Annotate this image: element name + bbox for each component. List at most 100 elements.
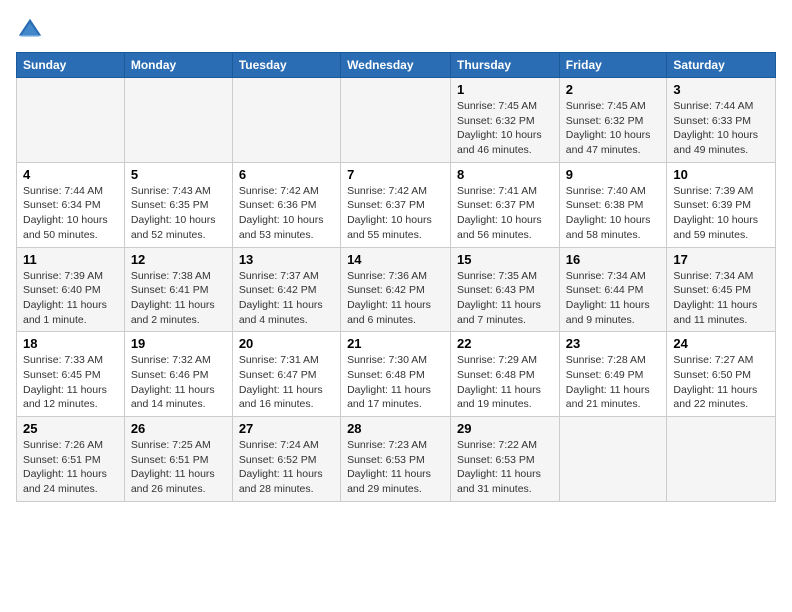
day-number: 26 (131, 421, 226, 436)
day-number: 3 (673, 82, 769, 97)
cell-info: Sunrise: 7:39 AM Sunset: 6:40 PM Dayligh… (23, 269, 118, 328)
calendar-cell: 25 Sunrise: 7:26 AM Sunset: 6:51 PM Dayli… (17, 417, 125, 502)
day-number: 4 (23, 167, 118, 182)
day-number: 20 (239, 336, 334, 351)
cell-info: Sunrise: 7:41 AM Sunset: 6:37 PM Dayligh… (457, 184, 553, 243)
calendar-cell: 22 Sunrise: 7:29 AM Sunset: 6:48 PM Dayli… (451, 332, 560, 417)
calendar-cell: 16 Sunrise: 7:34 AM Sunset: 6:44 PM Dayli… (559, 247, 667, 332)
day-number: 15 (457, 252, 553, 267)
day-header-saturday: Saturday (667, 53, 776, 78)
day-number: 14 (347, 252, 444, 267)
day-number: 23 (566, 336, 661, 351)
calendar-cell: 26Sunrise: 7:25 AM Sunset: 6:51 PM Dayli… (124, 417, 232, 502)
day-number: 8 (457, 167, 553, 182)
cell-info: Sunrise: 7:38 AM Sunset: 6:41 PM Dayligh… (131, 269, 226, 328)
day-number: 25 (23, 421, 118, 436)
calendar-cell: 11 Sunrise: 7:39 AM Sunset: 6:40 PM Dayli… (17, 247, 125, 332)
day-number: 16 (566, 252, 661, 267)
calendar-cell (667, 417, 776, 502)
calendar-table: SundayMondayTuesdayWednesdayThursdayFrid… (16, 52, 776, 502)
cell-info: Sunrise: 7:36 AM Sunset: 6:42 PM Dayligh… (347, 269, 444, 328)
calendar-cell: 3 Sunrise: 7:44 AM Sunset: 6:33 PM Daylig… (667, 78, 776, 163)
cell-info: Sunrise: 7:28 AM Sunset: 6:49 PM Dayligh… (566, 353, 661, 412)
day-header-friday: Friday (559, 53, 667, 78)
calendar-cell (124, 78, 232, 163)
calendar-cell: 20 Sunrise: 7:31 AM Sunset: 6:47 PM Dayli… (232, 332, 340, 417)
cell-info: Sunrise: 7:43 AM Sunset: 6:35 PM Dayligh… (131, 184, 226, 243)
day-number: 2 (566, 82, 661, 97)
cell-info: Sunrise: 7:40 AM Sunset: 6:38 PM Dayligh… (566, 184, 661, 243)
calendar-cell: 21 Sunrise: 7:30 AM Sunset: 6:48 PM Dayli… (341, 332, 451, 417)
calendar-cell: 15 Sunrise: 7:35 AM Sunset: 6:43 PM Dayli… (451, 247, 560, 332)
calendar-header: SundayMondayTuesdayWednesdayThursdayFrid… (17, 53, 776, 78)
calendar-cell (341, 78, 451, 163)
calendar-cell: 4 Sunrise: 7:44 AM Sunset: 6:34 PM Daylig… (17, 162, 125, 247)
day-number: 18 (23, 336, 118, 351)
day-number: 7 (347, 167, 444, 182)
cell-info: Sunrise: 7:34 AM Sunset: 6:44 PM Dayligh… (566, 269, 661, 328)
day-number: 29 (457, 421, 553, 436)
cell-info: Sunrise: 7:22 AM Sunset: 6:53 PM Dayligh… (457, 438, 553, 497)
cell-info: Sunrise: 7:26 AM Sunset: 6:51 PM Dayligh… (23, 438, 118, 497)
calendar-cell (559, 417, 667, 502)
week-row-2: 4 Sunrise: 7:44 AM Sunset: 6:34 PM Daylig… (17, 162, 776, 247)
calendar-cell: 13 Sunrise: 7:37 AM Sunset: 6:42 PM Dayli… (232, 247, 340, 332)
page-header (16, 16, 776, 44)
cell-info: Sunrise: 7:42 AM Sunset: 6:36 PM Dayligh… (239, 184, 334, 243)
day-number: 13 (239, 252, 334, 267)
logo-icon (16, 16, 44, 44)
day-number: 6 (239, 167, 334, 182)
calendar-cell: 19 Sunrise: 7:32 AM Sunset: 6:46 PM Dayli… (124, 332, 232, 417)
calendar-cell: 24Sunrise: 7:27 AM Sunset: 6:50 PM Dayli… (667, 332, 776, 417)
calendar-cell: 23 Sunrise: 7:28 AM Sunset: 6:49 PM Dayli… (559, 332, 667, 417)
week-row-1: 1 Sunrise: 7:45 AM Sunset: 6:32 PM Daylig… (17, 78, 776, 163)
day-number: 22 (457, 336, 553, 351)
day-header-sunday: Sunday (17, 53, 125, 78)
calendar-body: 1 Sunrise: 7:45 AM Sunset: 6:32 PM Daylig… (17, 78, 776, 502)
day-number: 19 (131, 336, 226, 351)
cell-info: Sunrise: 7:35 AM Sunset: 6:43 PM Dayligh… (457, 269, 553, 328)
calendar-cell: 5Sunrise: 7:43 AM Sunset: 6:35 PM Daylig… (124, 162, 232, 247)
cell-info: Sunrise: 7:45 AM Sunset: 6:32 PM Dayligh… (566, 99, 661, 158)
day-header-wednesday: Wednesday (341, 53, 451, 78)
cell-info: Sunrise: 7:32 AM Sunset: 6:46 PM Dayligh… (131, 353, 226, 412)
week-row-4: 18 Sunrise: 7:33 AM Sunset: 6:45 PM Dayli… (17, 332, 776, 417)
day-number: 24 (673, 336, 769, 351)
day-number: 27 (239, 421, 334, 436)
day-number: 17 (673, 252, 769, 267)
calendar-cell: 6 Sunrise: 7:42 AM Sunset: 6:36 PM Daylig… (232, 162, 340, 247)
cell-info: Sunrise: 7:23 AM Sunset: 6:53 PM Dayligh… (347, 438, 444, 497)
logo (16, 16, 48, 44)
cell-info: Sunrise: 7:39 AM Sunset: 6:39 PM Dayligh… (673, 184, 769, 243)
cell-info: Sunrise: 7:37 AM Sunset: 6:42 PM Dayligh… (239, 269, 334, 328)
calendar-cell: 12 Sunrise: 7:38 AM Sunset: 6:41 PM Dayli… (124, 247, 232, 332)
cell-info: Sunrise: 7:29 AM Sunset: 6:48 PM Dayligh… (457, 353, 553, 412)
week-row-5: 25 Sunrise: 7:26 AM Sunset: 6:51 PM Dayli… (17, 417, 776, 502)
calendar-cell (17, 78, 125, 163)
calendar-cell: 17 Sunrise: 7:34 AM Sunset: 6:45 PM Dayli… (667, 247, 776, 332)
cell-info: Sunrise: 7:34 AM Sunset: 6:45 PM Dayligh… (673, 269, 769, 328)
day-number: 1 (457, 82, 553, 97)
day-number: 21 (347, 336, 444, 351)
cell-info: Sunrise: 7:24 AM Sunset: 6:52 PM Dayligh… (239, 438, 334, 497)
cell-info: Sunrise: 7:44 AM Sunset: 6:33 PM Dayligh… (673, 99, 769, 158)
calendar-cell: 2 Sunrise: 7:45 AM Sunset: 6:32 PM Daylig… (559, 78, 667, 163)
day-header-monday: Monday (124, 53, 232, 78)
calendar-cell (232, 78, 340, 163)
day-number: 11 (23, 252, 118, 267)
cell-info: Sunrise: 7:33 AM Sunset: 6:45 PM Dayligh… (23, 353, 118, 412)
day-number: 12 (131, 252, 226, 267)
cell-info: Sunrise: 7:44 AM Sunset: 6:34 PM Dayligh… (23, 184, 118, 243)
cell-info: Sunrise: 7:31 AM Sunset: 6:47 PM Dayligh… (239, 353, 334, 412)
calendar-cell: 10Sunrise: 7:39 AM Sunset: 6:39 PM Dayli… (667, 162, 776, 247)
calendar-cell: 7 Sunrise: 7:42 AM Sunset: 6:37 PM Daylig… (341, 162, 451, 247)
calendar-cell: 9Sunrise: 7:40 AM Sunset: 6:38 PM Daylig… (559, 162, 667, 247)
day-number: 28 (347, 421, 444, 436)
calendar-cell: 14 Sunrise: 7:36 AM Sunset: 6:42 PM Dayli… (341, 247, 451, 332)
header-row: SundayMondayTuesdayWednesdayThursdayFrid… (17, 53, 776, 78)
calendar-cell: 27 Sunrise: 7:24 AM Sunset: 6:52 PM Dayli… (232, 417, 340, 502)
calendar-cell: 28 Sunrise: 7:23 AM Sunset: 6:53 PM Dayli… (341, 417, 451, 502)
cell-info: Sunrise: 7:30 AM Sunset: 6:48 PM Dayligh… (347, 353, 444, 412)
cell-info: Sunrise: 7:42 AM Sunset: 6:37 PM Dayligh… (347, 184, 444, 243)
week-row-3: 11 Sunrise: 7:39 AM Sunset: 6:40 PM Dayli… (17, 247, 776, 332)
